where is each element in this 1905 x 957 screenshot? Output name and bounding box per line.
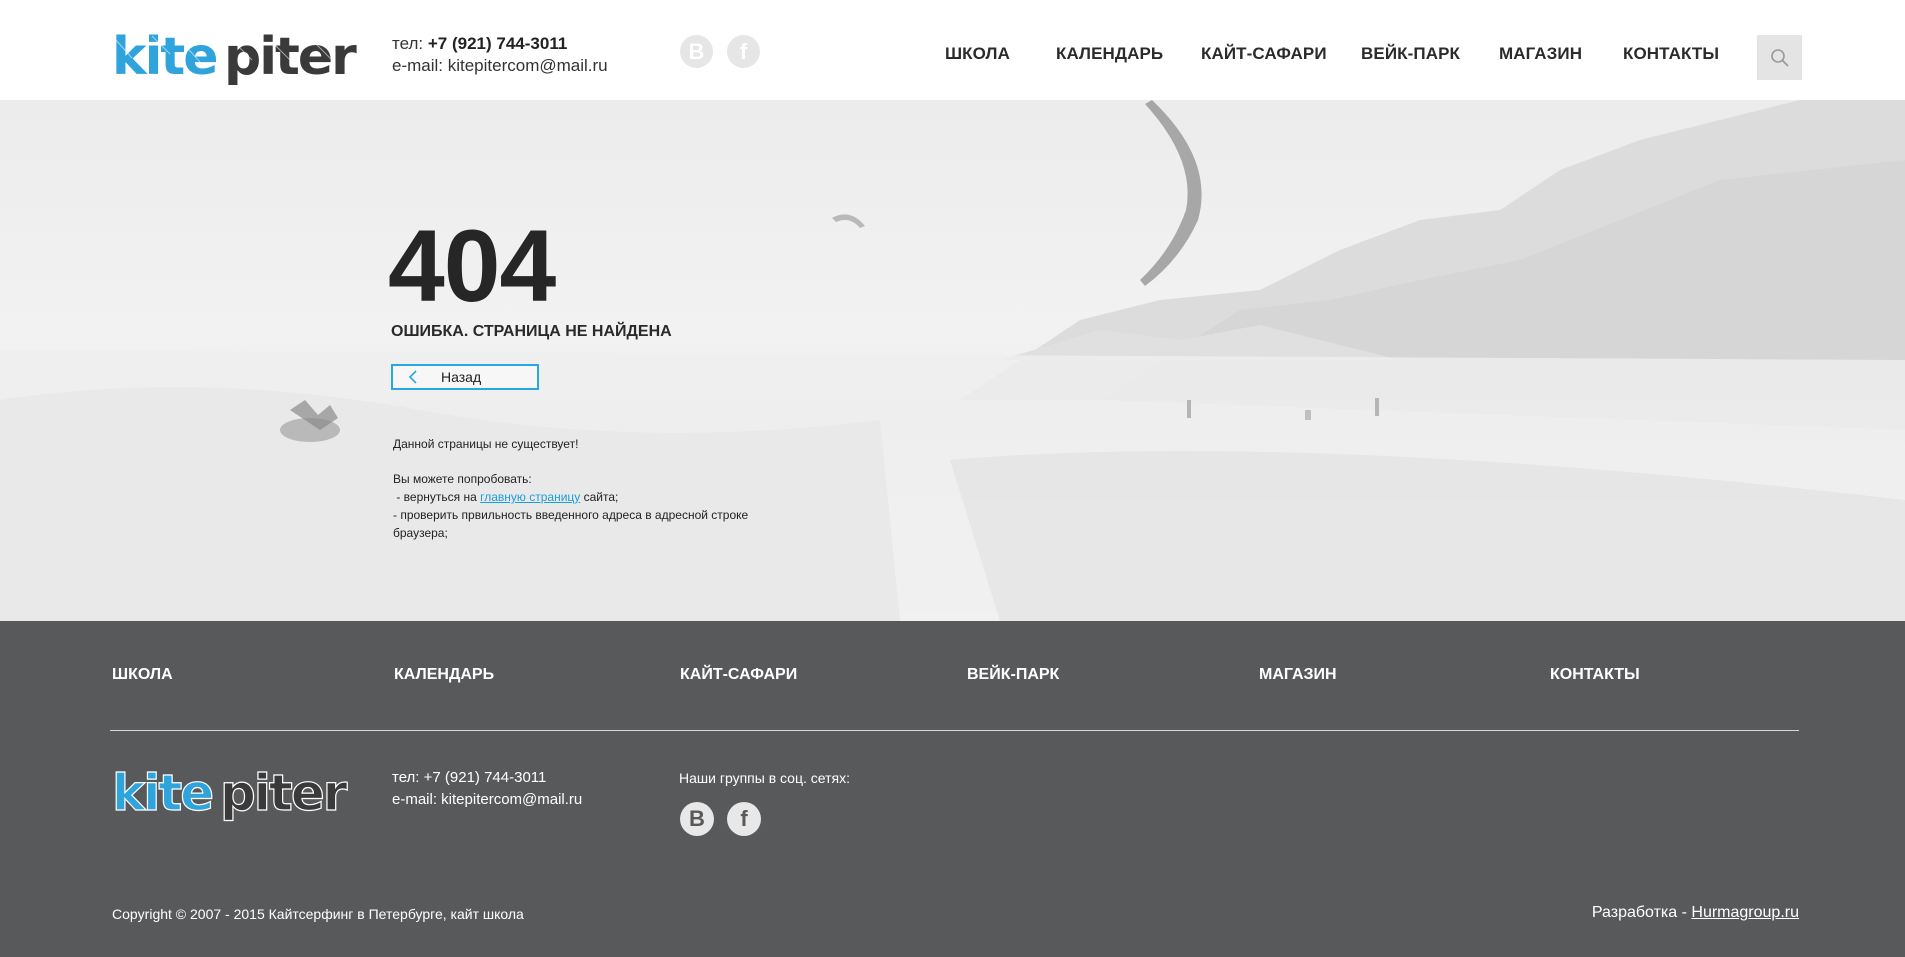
back-button[interactable]: Назад [391, 364, 539, 390]
footer-nav-shop[interactable]: МАГАЗИН [1259, 666, 1337, 684]
facebook-icon[interactable]: f [727, 802, 761, 836]
copyright-text: Copyright © 2007 - 2015 Кайтсерфинг в Пе… [112, 906, 524, 922]
error-check-line-2: браузера; [393, 526, 448, 540]
error-return-line: - вернуться на главную страницу сайта; [393, 488, 618, 506]
site-header: kite piter тел: +7 (921) 744-3011 e-mail… [0, 0, 1905, 100]
nav-calendar[interactable]: КАЛЕНДАРЬ [1056, 44, 1163, 64]
return-prefix: - вернуться на [393, 490, 481, 504]
developer-link[interactable]: Hurmagroup.ru [1691, 904, 1799, 921]
svg-text:kite: kite [112, 764, 212, 822]
svg-text:kite: kite [112, 28, 217, 87]
footer-nav-school[interactable]: ШКОЛА [112, 666, 173, 684]
chevron-left-icon [393, 370, 433, 384]
vk-icon[interactable]: В [680, 35, 713, 68]
footer-nav-kite-safari[interactable]: КАЙТ-САФАРИ [680, 666, 797, 684]
footer-divider [110, 730, 1799, 731]
error-code: 404 [388, 209, 556, 323]
nav-wake-park[interactable]: ВЕЙК-ПАРК [1361, 44, 1460, 64]
svg-text:piter: piter [220, 764, 348, 822]
footer-email[interactable]: e-mail: kitepitercom@mail.ru [392, 789, 582, 811]
phone-prefix: тел: [392, 34, 424, 53]
nav-shop[interactable]: МАГАЗИН [1499, 44, 1582, 64]
svg-text:piter: piter [224, 28, 357, 87]
error-try-label: Вы можете попробовать: [393, 472, 532, 486]
return-suffix: сайта; [580, 490, 619, 504]
header-email[interactable]: e-mail: kitepitercom@mail.ru [392, 55, 608, 77]
footer-kitepiter-logo[interactable]: kite piter [112, 764, 352, 826]
facebook-icon[interactable]: f [727, 35, 760, 68]
footer-social-label: Наши группы в соц. сетях: [679, 770, 850, 786]
error-check-line-1: - проверить првильность введенного адрес… [393, 508, 749, 522]
search-icon [1770, 48, 1789, 67]
developer-credit: Разработка - Hurmagroup.ru [1592, 904, 1799, 922]
footer-contacts: тел: +7 (921) 744-3011 e-mail: kitepiter… [392, 767, 582, 811]
home-page-link[interactable]: главную страницу [480, 490, 580, 504]
header-phone[interactable]: +7 (921) 744-3011 [428, 34, 567, 53]
kitepiter-logo[interactable]: kite piter [112, 28, 362, 90]
nav-contacts[interactable]: КОНТАКТЫ [1623, 44, 1719, 64]
error-title: ОШИБКА. СТРАНИЦА НЕ НАЙДЕНА [391, 323, 672, 340]
footer-phone[interactable]: тел: +7 (921) 744-3011 [392, 767, 582, 789]
kitesurf-background-image [0, 100, 1905, 621]
footer-nav-calendar[interactable]: КАЛЕНДАРЬ [394, 666, 494, 684]
nav-kite-safari[interactable]: КАЙТ-САФАРИ [1201, 44, 1327, 64]
header-contacts: тел: +7 (921) 744-3011 e-mail: kitepiter… [392, 33, 608, 77]
error-hero: 404 ОШИБКА. СТРАНИЦА НЕ НАЙДЕНА Назад Да… [0, 100, 1905, 621]
back-button-label: Назад [441, 369, 482, 385]
error-not-exist-text: Данной страницы не существует! [393, 437, 579, 451]
site-footer: ШКОЛА КАЛЕНДАРЬ КАЙТ-САФАРИ ВЕЙК-ПАРК МА… [0, 621, 1905, 957]
footer-nav-contacts[interactable]: КОНТАКТЫ [1550, 666, 1640, 684]
search-button[interactable] [1757, 35, 1802, 80]
developer-prefix: Разработка - [1591, 904, 1692, 921]
footer-nav-wake-park[interactable]: ВЕЙК-ПАРК [967, 666, 1059, 684]
vk-icon[interactable]: В [680, 802, 714, 836]
nav-school[interactable]: ШКОЛА [945, 44, 1010, 64]
